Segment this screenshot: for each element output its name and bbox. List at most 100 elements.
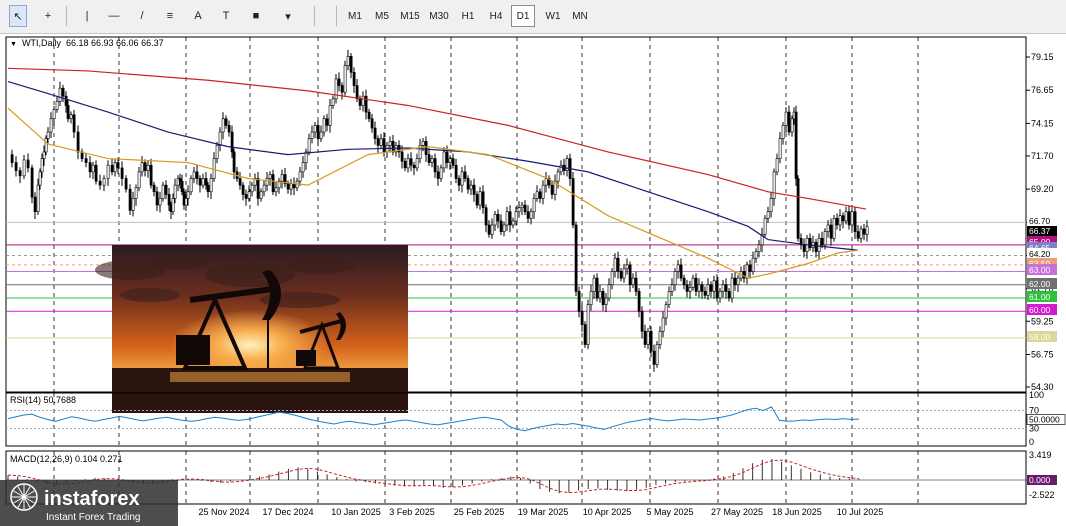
candle [292,183,296,189]
candle [865,226,869,235]
candle [457,178,461,186]
shapes-menu-tool[interactable]: ▾ [271,5,305,27]
timeframe-mn[interactable]: MN [568,5,592,27]
candle [44,138,48,153]
candle [679,264,683,279]
candle [478,191,482,206]
candle [517,207,521,213]
candle [388,141,392,146]
candle [817,237,821,252]
candle [36,184,40,213]
candle [853,211,857,232]
candle [769,198,773,213]
candle [463,171,467,179]
candle [715,280,719,299]
candle [212,158,216,179]
candle [598,291,602,299]
candle [862,228,866,235]
candle [745,264,749,279]
candle [673,271,677,286]
chart-area[interactable]: 79.1576.6574.1571.7069.2066.7064.2061.70… [0,34,1066,526]
timeframe-m1[interactable]: M1 [343,5,367,27]
horizontal-line-tool[interactable]: — [105,5,123,27]
toolbar-separator [314,6,315,26]
candle [98,180,102,186]
candle [595,277,599,299]
candle [42,151,46,159]
crosshair-icon: + [44,10,52,22]
candle [835,218,839,226]
timeframe-h1[interactable]: H1 [455,5,481,27]
candle [227,125,231,133]
x-tick-label: 25 Feb 2025 [454,507,505,517]
timeframe-w1[interactable]: W1 [540,5,566,27]
candle [658,330,662,345]
candle [832,218,836,239]
candle [262,184,266,193]
text-tool[interactable]: A [189,5,207,27]
candle [709,284,713,292]
crosshair-tool[interactable]: + [37,5,59,27]
x-tick-label: 27 May 2025 [711,507,763,517]
y-tick-label: 59.25 [1031,316,1054,326]
timeframe-h4[interactable]: H4 [483,5,509,27]
candle [520,204,524,209]
timeframe-m30[interactable]: M30 [425,5,453,27]
candle [120,167,124,179]
x-tick-label: 10 Apr 2025 [583,507,632,517]
candle [22,159,26,177]
candle [349,56,353,73]
text-label-tool[interactable]: T [217,5,235,27]
candle [224,118,228,126]
candle [221,118,225,133]
candle [691,277,695,288]
macd-current-label: 0.000 [1029,475,1051,485]
candle [529,211,533,219]
candle [49,118,53,133]
fibonacci-tool[interactable]: ≡ [161,5,179,27]
candle [676,264,680,272]
candle [526,211,530,219]
candle [146,164,150,171]
candle [502,224,506,232]
candle [790,118,794,133]
candle [844,211,848,222]
timeframe-d1[interactable]: D1 [511,5,535,27]
x-tick-label: 19 Mar 2025 [518,507,569,517]
candle [634,277,638,292]
candle [688,287,692,292]
candle [247,191,251,199]
timeframe-m5[interactable]: M5 [369,5,395,27]
cursor-tool[interactable]: ↖ [9,5,27,27]
candle [778,138,782,159]
price-label-text: 58.00 [1029,332,1051,342]
vertical-line-tool[interactable]: | [79,5,95,27]
candle [391,141,395,153]
candle [180,180,184,193]
candle [631,277,635,286]
candle [409,158,413,166]
candle [724,284,728,292]
candle [733,277,737,286]
horizontal-line-icon: — [108,10,120,22]
timeframe-m15[interactable]: M15 [397,5,423,27]
toolbar: ↖ + | — / ≡ A T ■ ▾ M1 M5 M15 M30 H1 H4 D1 W1 MN [0,0,1066,34]
price-label-text: 66.37 [1029,226,1051,236]
candle [757,244,761,252]
trendline-tool[interactable]: / [133,5,151,27]
candle [655,344,659,365]
candle [91,164,95,173]
rectangle-tool[interactable]: ■ [245,5,267,27]
candle [313,125,317,133]
candle [640,311,644,332]
candle [436,171,440,179]
candle [508,211,512,226]
candle [406,158,410,169]
candle [721,284,725,292]
price-label-text: 64.20 [1029,249,1051,259]
candle [700,284,704,292]
candle [772,171,776,199]
candle [670,284,674,292]
candle [201,178,205,186]
candle [589,291,593,305]
